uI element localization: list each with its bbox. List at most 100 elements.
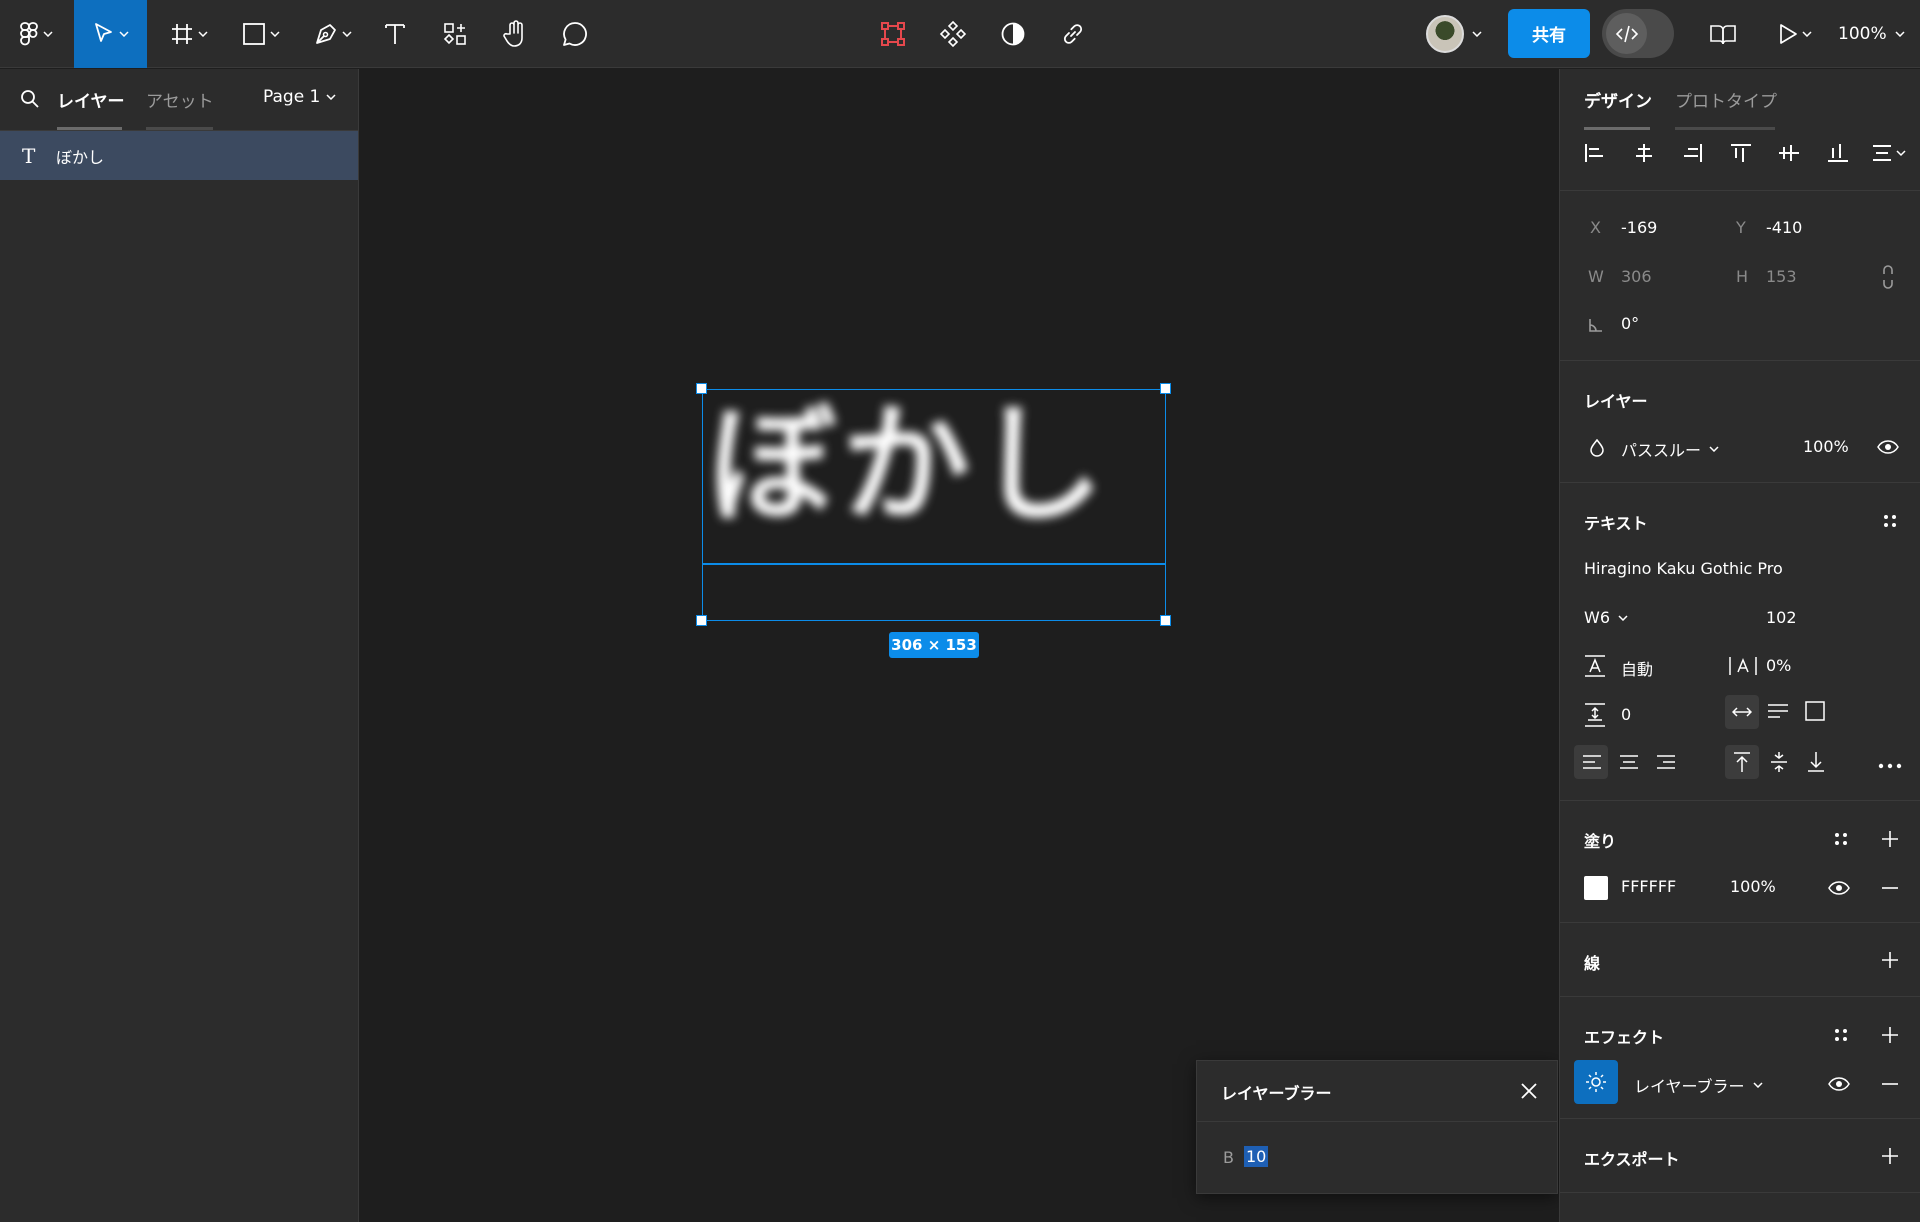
user-avatar[interactable] bbox=[1426, 15, 1464, 53]
text-section-title: テキスト bbox=[1584, 514, 1648, 533]
distribute-menu-icon[interactable] bbox=[1871, 143, 1907, 163]
align-left-icon[interactable] bbox=[1584, 143, 1606, 163]
dev-mode-knob bbox=[1606, 13, 1647, 54]
properties-panel: デザイン プロトタイプ X -169 Y -410 W 306 H 153 0°… bbox=[1559, 69, 1920, 1222]
chevron-down-icon bbox=[342, 31, 352, 37]
letter-spacing-icon bbox=[1729, 657, 1757, 675]
font-family-select[interactable]: Hiragino Kaku Gothic Pro bbox=[1584, 559, 1783, 578]
comment-tool-button[interactable] bbox=[558, 0, 592, 68]
add-effect-icon[interactable] bbox=[1881, 1026, 1899, 1044]
effect-type-value: レイヤーブラー bbox=[1634, 1077, 1745, 1096]
components-grid-icon bbox=[443, 23, 466, 45]
text-tool-button[interactable] bbox=[378, 0, 412, 68]
add-stroke-icon[interactable] bbox=[1881, 951, 1899, 969]
fill-color-swatch[interactable] bbox=[1584, 876, 1608, 900]
library-button[interactable] bbox=[1706, 0, 1740, 68]
align-bottom-icon[interactable] bbox=[1827, 143, 1849, 163]
close-icon[interactable] bbox=[1519, 1081, 1539, 1101]
frame-icon bbox=[172, 24, 192, 44]
resize-handle-top-left[interactable] bbox=[696, 383, 707, 394]
tab-design[interactable]: デザイン bbox=[1584, 87, 1652, 112]
zoom-menu[interactable]: 100% bbox=[1838, 0, 1905, 68]
vertical-align-middle-icon[interactable] bbox=[1770, 751, 1788, 773]
x-input[interactable]: -169 bbox=[1621, 218, 1657, 237]
layer-opacity-input[interactable]: 100% bbox=[1803, 437, 1849, 456]
rotation-input[interactable]: 0° bbox=[1621, 314, 1639, 333]
layer-row-bokashi[interactable]: T ぼかし bbox=[0, 131, 358, 180]
constrain-proportions-icon[interactable] bbox=[1881, 264, 1895, 290]
align-right-icon[interactable] bbox=[1681, 143, 1703, 163]
shape-tool-button[interactable] bbox=[236, 0, 286, 68]
tab-layers[interactable]: レイヤー bbox=[57, 87, 125, 112]
blend-mode-select[interactable]: パススルー bbox=[1621, 437, 1719, 461]
align-top-icon[interactable] bbox=[1730, 143, 1752, 163]
add-export-icon[interactable] bbox=[1881, 1147, 1899, 1165]
resize-handle-bottom-left[interactable] bbox=[696, 615, 707, 626]
zoom-value: 100% bbox=[1838, 24, 1887, 44]
effect-styles-icon[interactable] bbox=[1833, 1027, 1849, 1043]
tab-prototype-underline bbox=[1675, 127, 1775, 130]
layer-section: レイヤー パススルー 100% bbox=[1560, 361, 1920, 483]
blur-field-label: B bbox=[1223, 1148, 1234, 1167]
frame-tool-button[interactable] bbox=[164, 0, 214, 68]
tab-prototype[interactable]: プロトタイプ bbox=[1675, 87, 1777, 112]
chevron-down-icon bbox=[1895, 31, 1905, 37]
more-options-icon[interactable] bbox=[1878, 763, 1902, 769]
pen-tool-button[interactable] bbox=[308, 0, 358, 68]
avatar-menu-button[interactable] bbox=[1470, 0, 1484, 68]
line-height-input[interactable]: 自動 bbox=[1621, 656, 1653, 680]
tab-assets[interactable]: アセット bbox=[146, 87, 214, 112]
paragraph-spacing-icon bbox=[1585, 703, 1605, 727]
letter-spacing-input[interactable]: 0% bbox=[1766, 656, 1791, 675]
fixed-size-icon[interactable] bbox=[1805, 701, 1825, 721]
fill-hex-input[interactable]: FFFFFF bbox=[1621, 877, 1676, 896]
link-button[interactable] bbox=[1056, 0, 1090, 68]
hand-tool-button[interactable] bbox=[498, 0, 532, 68]
text-align-center-icon[interactable] bbox=[1619, 754, 1639, 770]
auto-height-icon[interactable] bbox=[1767, 703, 1789, 719]
h-input[interactable]: 153 bbox=[1766, 267, 1797, 286]
align-horizontal-center-icon[interactable] bbox=[1633, 143, 1655, 163]
eye-icon[interactable] bbox=[1877, 440, 1899, 454]
stroke-section-title: 線 bbox=[1584, 954, 1601, 973]
eye-icon[interactable] bbox=[1828, 881, 1850, 895]
sun-icon bbox=[1586, 1072, 1606, 1092]
font-weight-select[interactable]: W6 bbox=[1584, 608, 1628, 627]
y-input[interactable]: -410 bbox=[1766, 218, 1802, 237]
effect-type-select[interactable]: レイヤーブラー bbox=[1634, 1073, 1763, 1097]
y-label: Y bbox=[1736, 218, 1746, 237]
effect-settings-button[interactable] bbox=[1574, 1060, 1618, 1104]
dev-mode-toggle[interactable] bbox=[1602, 9, 1674, 58]
font-size-input[interactable]: 102 bbox=[1766, 608, 1797, 627]
text-styles-icon[interactable] bbox=[1882, 513, 1898, 529]
resize-handle-bottom-right[interactable] bbox=[1160, 615, 1171, 626]
tab-layers-underline bbox=[57, 127, 122, 130]
main-menu-button[interactable] bbox=[14, 0, 58, 68]
selection-box[interactable] bbox=[702, 389, 1166, 621]
mask-button[interactable] bbox=[996, 0, 1030, 68]
fill-styles-icon[interactable] bbox=[1833, 831, 1849, 847]
align-vertical-center-icon[interactable] bbox=[1778, 143, 1800, 163]
eye-icon[interactable] bbox=[1828, 1077, 1850, 1091]
search-icon[interactable] bbox=[20, 89, 40, 109]
present-button[interactable] bbox=[1772, 0, 1818, 68]
add-fill-icon[interactable] bbox=[1881, 830, 1899, 848]
create-component-button[interactable] bbox=[936, 0, 970, 68]
remove-effect-icon[interactable] bbox=[1881, 1083, 1899, 1085]
move-tool-button[interactable] bbox=[74, 0, 147, 68]
effects-section-title: エフェクト bbox=[1584, 1028, 1665, 1047]
vertical-align-bottom-icon[interactable] bbox=[1807, 751, 1825, 773]
blend-mode-value: パススルー bbox=[1621, 441, 1702, 460]
share-button[interactable]: 共有 bbox=[1508, 9, 1590, 58]
fill-opacity-input[interactable]: 100% bbox=[1730, 877, 1776, 896]
blur-amount-input[interactable]: 10 bbox=[1244, 1146, 1269, 1167]
w-input[interactable]: 306 bbox=[1621, 267, 1652, 286]
resize-handle-top-right[interactable] bbox=[1160, 383, 1171, 394]
paragraph-spacing-input[interactable]: 0 bbox=[1621, 705, 1631, 724]
export-section: エクスポート bbox=[1560, 1119, 1920, 1193]
remove-fill-icon[interactable] bbox=[1881, 887, 1899, 889]
text-align-right-icon[interactable] bbox=[1656, 754, 1676, 770]
resources-tool-button[interactable] bbox=[438, 0, 472, 68]
page-selector[interactable]: Page 1 bbox=[263, 87, 336, 107]
edit-object-button[interactable] bbox=[876, 0, 910, 68]
